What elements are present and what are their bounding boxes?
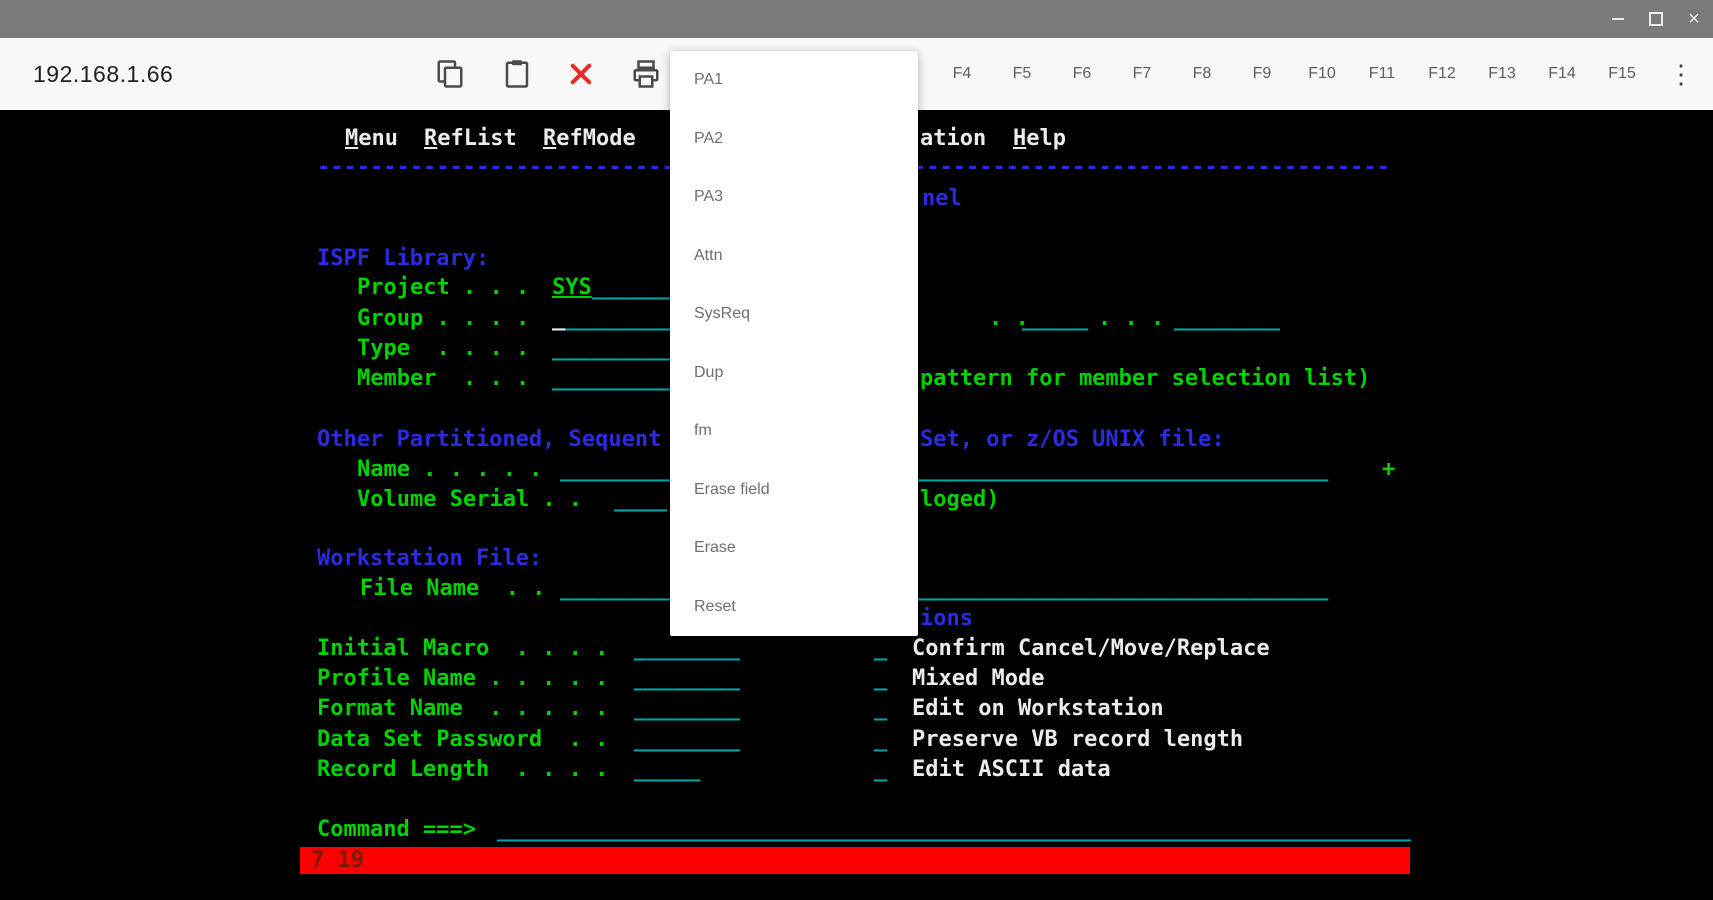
type-field[interactable]: _________ [552, 334, 671, 364]
confirm-cancel-checkbox[interactable]: _ [874, 634, 887, 664]
section-other-dataset-right: Set, or z/OS UNIX file: [920, 427, 1225, 452]
function-key-bar: F4 F5 F6 F7 F8 F9 F10 F11 F12 F13 F14 F1… [932, 38, 1652, 110]
print-button[interactable] [623, 38, 669, 110]
volume-hint-fragment: loged) [920, 487, 1000, 512]
fkey-f6[interactable]: F6 [1052, 38, 1112, 110]
section-other-dataset-left: Other Partitioned, Sequent [317, 427, 662, 452]
command-input[interactable]: ________________________________________… [497, 815, 1411, 845]
fkey-f8[interactable]: F8 [1172, 38, 1232, 110]
menu-item-fm[interactable]: fm [670, 402, 918, 461]
edit-ascii-text: Edit ASCII data [912, 757, 1111, 782]
close-session-icon [570, 63, 592, 85]
initial-macro-label: Initial Macro . . . . [317, 636, 609, 661]
type-label: Type . . . . [357, 336, 530, 361]
name-field-more-indicator: + [1382, 457, 1396, 482]
menu-item-dup[interactable]: Dup [670, 344, 918, 403]
disconnect-button[interactable] [558, 38, 604, 110]
host-address: 192.168.1.66 [33, 60, 174, 87]
format-name-label: Format Name . . . . . [317, 696, 609, 721]
mixed-mode-text: Mixed Mode [912, 666, 1045, 691]
fkey-f14[interactable]: F14 [1532, 38, 1592, 110]
edit-workstation-checkbox[interactable]: _ [874, 694, 887, 724]
fkey-f9[interactable]: F9 [1232, 38, 1292, 110]
member-label: Member . . . [357, 366, 530, 391]
menu-item-pa1[interactable]: PA1 [670, 51, 918, 110]
fkey-f7[interactable]: F7 [1112, 38, 1172, 110]
paste-icon [505, 60, 529, 88]
group-field-2[interactable]: _____ [1022, 304, 1088, 334]
group-separator-2: . . . [1098, 306, 1165, 331]
section-ispf-library: ISPF Library: [317, 246, 490, 271]
print-icon [633, 60, 659, 88]
overflow-menu-button[interactable]: ⋮ [1660, 38, 1702, 110]
menu-item-reset[interactable]: Reset [670, 578, 918, 637]
terminal-cursor: _ [552, 306, 566, 331]
record-length-label: Record Length . . . . [317, 757, 609, 782]
profile-name-field[interactable]: ________ [634, 664, 740, 694]
name-label: Name . . . . . [357, 457, 543, 482]
menu-item-erase[interactable]: Erase [670, 519, 918, 578]
confirm-cancel-text: Confirm Cancel/Move/Replace [912, 636, 1270, 661]
menubar-item-reflist[interactable]: RefList [424, 124, 517, 154]
volume-serial-field[interactable]: ____ [614, 485, 667, 515]
group-field-1[interactable]: _________ [552, 304, 671, 334]
paste-button[interactable] [494, 38, 540, 110]
panel-title-fragment: nel [922, 186, 962, 211]
project-input[interactable]: SYS [552, 273, 592, 303]
member-hint-fragment: pattern for member selection list) [920, 366, 1371, 391]
command-label: Command ===> [317, 817, 476, 842]
dataset-password-field[interactable]: ________ [634, 725, 740, 755]
fkey-f4[interactable]: F4 [932, 38, 992, 110]
record-length-field[interactable]: _____ [634, 755, 700, 785]
menubar-item-menu[interactable]: Menu [345, 124, 398, 154]
keypad-dropdown-menu: PA1 PA2 PA3 Attn SysReq Dup fm Erase fie… [670, 51, 918, 636]
member-field[interactable]: _________ [552, 364, 671, 394]
copy-button[interactable] [427, 38, 473, 110]
fkey-f15[interactable]: F15 [1592, 38, 1652, 110]
menu-item-erase-field[interactable]: Erase field [670, 461, 918, 520]
preserve-vb-text: Preserve VB record length [912, 727, 1244, 752]
section-workstation-file: Workstation File: [317, 546, 543, 571]
group-field-3[interactable]: ________ [1174, 304, 1280, 334]
menubar-item-refmode[interactable]: RefMode [543, 124, 636, 154]
window-titlebar: × [0, 0, 1713, 38]
profile-name-label: Profile Name . . . . . [317, 666, 609, 691]
restore-icon [1649, 12, 1663, 26]
preserve-vb-checkbox[interactable]: _ [874, 725, 887, 755]
minimize-button[interactable] [1609, 10, 1627, 28]
group-label: Group . . . . [357, 306, 530, 331]
fkey-f11[interactable]: F11 [1352, 38, 1412, 110]
fkey-f13[interactable]: F13 [1472, 38, 1532, 110]
edit-workstation-text: Edit on Workstation [912, 696, 1164, 721]
mixed-mode-checkbox[interactable]: _ [874, 664, 887, 694]
close-window-button[interactable]: × [1685, 8, 1703, 30]
menu-item-pa3[interactable]: PA3 [670, 168, 918, 227]
menu-item-pa2[interactable]: PA2 [670, 110, 918, 169]
window-controls: × [1609, 0, 1703, 38]
format-name-field[interactable]: ________ [634, 694, 740, 724]
menu-item-attn[interactable]: Attn [670, 227, 918, 286]
options-header-fragment: ions [920, 606, 973, 631]
fkey-f12[interactable]: F12 [1412, 38, 1472, 110]
edit-ascii-checkbox[interactable]: _ [874, 755, 887, 785]
menubar-item-workstation-fragment[interactable]: ation [920, 124, 986, 154]
kebab-menu-icon: ⋮ [1668, 58, 1694, 89]
maximize-button[interactable] [1647, 10, 1665, 28]
dataset-password-label: Data Set Password . . [317, 727, 609, 752]
menubar-item-help[interactable]: Help [1013, 124, 1066, 154]
copy-icon [437, 60, 463, 88]
file-name-label: File Name . . [360, 576, 546, 601]
project-field[interactable]: ______ [592, 273, 671, 303]
fkey-f5[interactable]: F5 [992, 38, 1052, 110]
screen: { "colors": { "titlebar_gray": "#7a7a7a"… [0, 0, 1713, 900]
close-icon: × [1688, 8, 1700, 30]
menu-item-sysreq[interactable]: SysReq [670, 285, 918, 344]
fkey-f10[interactable]: F10 [1292, 38, 1352, 110]
status-bar: 7 19 [300, 847, 1410, 874]
project-label: Project . . . [357, 275, 530, 300]
volume-serial-label: Volume Serial . . [357, 487, 583, 512]
initial-macro-field[interactable]: ________ [634, 634, 740, 664]
minimize-icon [1612, 18, 1624, 20]
cursor-position: 7 19 [311, 848, 364, 873]
